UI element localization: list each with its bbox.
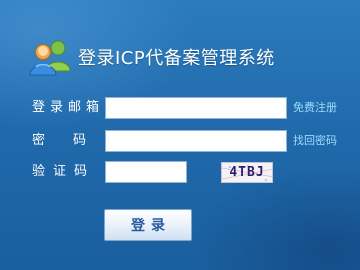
captcha-label: 验证码	[32, 164, 96, 179]
title-row: 登录ICP代备案管理系统	[28, 37, 275, 77]
register-link[interactable]: 免费注册	[293, 97, 337, 119]
password-label: 密码	[32, 133, 115, 148]
login-button[interactable]: 登录	[104, 209, 192, 241]
captcha-image[interactable]: 4TBJ	[221, 162, 273, 183]
forgot-password-link[interactable]: 找回密码	[293, 130, 337, 152]
page-title: 登录ICP代备案管理系统	[78, 48, 275, 69]
login-panel: 登录ICP代备案管理系统 登录邮箱 免费注册 密码 找回密码 验证码 4TBJ …	[0, 0, 360, 270]
email-input[interactable]	[105, 97, 287, 119]
email-label: 登录邮箱	[32, 100, 105, 115]
password-input[interactable]	[105, 130, 287, 152]
users-icon	[29, 40, 71, 76]
captcha-code: 4TBJ	[229, 165, 265, 180]
captcha-input[interactable]	[105, 161, 187, 183]
